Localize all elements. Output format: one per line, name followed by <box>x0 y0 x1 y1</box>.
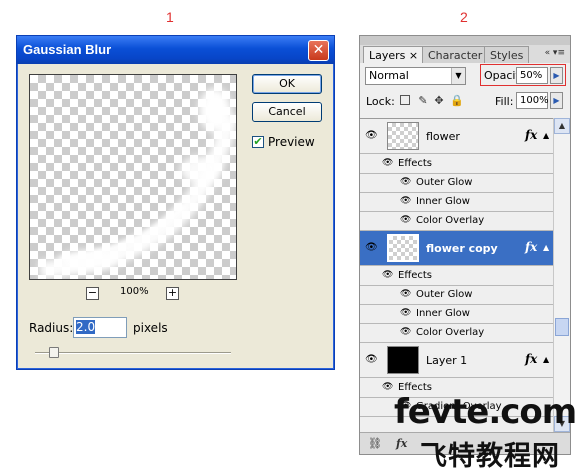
effects-group-row[interactable]: 👁 Effects <box>360 155 553 174</box>
lock-transparency-icon[interactable] <box>400 95 410 105</box>
effect-row[interactable]: 👁 Inner Glow <box>360 305 553 324</box>
radius-value: 2.0 <box>76 320 96 334</box>
link-layers-icon[interactable]: ⛓ <box>368 437 382 450</box>
ok-button[interactable]: OK <box>252 74 322 94</box>
layer-fx-icon[interactable]: fx <box>525 240 537 254</box>
layer-thumbnail <box>387 234 419 262</box>
effect-row[interactable]: 👁 Color Overlay <box>360 324 553 343</box>
effects-group-row[interactable]: 👁 Effects <box>360 267 553 286</box>
blend-mode-value: Normal <box>369 69 409 82</box>
tab-styles[interactable]: Styles <box>484 46 530 64</box>
watermark-chinese: 飞特教程网 <box>420 441 560 472</box>
effect-visibility-eye-icon[interactable]: 👁 <box>400 290 412 299</box>
blend-mode-select[interactable]: Normal ▼ <box>365 67 466 85</box>
effect-row[interactable]: 👁 Outer Glow <box>360 286 553 305</box>
layer-thumbnail <box>387 122 419 150</box>
layer-fx-icon[interactable]: fx <box>525 352 537 366</box>
layer-name: flower copy <box>426 242 498 255</box>
panel-header-strip[interactable] <box>360 36 570 45</box>
opacity-slider-arrow-icon[interactable]: ▶ <box>550 67 563 84</box>
layers-scrollbar[interactable]: ▲ ▼ <box>553 118 570 432</box>
layer-row[interactable]: 👁 flower copy fx ▲ <box>360 231 553 266</box>
scroll-up-icon[interactable]: ▲ <box>554 118 570 134</box>
lock-label: Lock: <box>366 95 395 108</box>
marker-1: 1 <box>166 9 174 25</box>
preview-checkbox-label[interactable]: Preview <box>268 135 315 149</box>
layers-list: 👁 flower fx ▲ 👁 Effects 👁 Outer Glow 👁 Inner Glow… <box>360 118 553 432</box>
effect-visibility-eye-icon[interactable]: 👁 <box>400 216 412 225</box>
visibility-eye-icon[interactable]: 👁 <box>365 131 378 141</box>
lock-paint-brush-icon[interactable]: ✎ <box>417 95 429 107</box>
effect-name: Inner Glow <box>416 196 470 207</box>
tab-layers[interactable]: Layers × <box>363 46 425 64</box>
watermark: fevte.com 飞特教程网 <box>394 392 576 472</box>
dialog-title-bar[interactable]: Gaussian Blur <box>17 36 334 64</box>
effect-visibility-eye-icon[interactable]: 👁 <box>400 178 412 187</box>
effect-name: Outer Glow <box>416 177 473 188</box>
lock-move-icon[interactable]: ✥ <box>433 95 445 107</box>
blurred-flower-preview <box>39 88 236 279</box>
effect-visibility-eye-icon[interactable]: 👁 <box>400 197 412 206</box>
zoom-in-button[interactable]: + <box>166 287 179 300</box>
layer-name: Layer 1 <box>426 354 468 367</box>
effect-row[interactable]: 👁 Color Overlay <box>360 212 553 231</box>
close-icon[interactable]: ✕ <box>308 40 329 61</box>
collapse-effects-icon[interactable]: ▲ <box>543 355 549 364</box>
collapse-effects-icon[interactable]: ▲ <box>543 243 549 252</box>
opacity-input[interactable]: 50% <box>516 67 548 84</box>
gaussian-blur-dialog: Gaussian Blur ✕ OK Cancel ✔ Preview − 10… <box>16 35 335 370</box>
effect-visibility-eye-icon[interactable]: 👁 <box>382 271 394 280</box>
chevron-down-icon: ▼ <box>451 68 465 84</box>
blur-preview[interactable] <box>29 74 237 280</box>
radius-slider-thumb[interactable] <box>49 347 59 358</box>
layer-thumbnail <box>387 346 419 374</box>
effect-visibility-eye-icon[interactable]: 👁 <box>400 328 412 337</box>
watermark-domain: fevte.com <box>394 392 576 432</box>
radius-label: Radius: <box>29 321 74 335</box>
effect-name: Inner Glow <box>416 308 470 319</box>
radius-slider-track[interactable] <box>35 352 231 354</box>
preview-checkbox[interactable]: ✔ <box>252 136 264 148</box>
cancel-button[interactable]: Cancel <box>252 102 322 122</box>
effect-visibility-eye-icon[interactable]: 👁 <box>382 159 394 168</box>
fill-label: Fill: <box>495 95 514 108</box>
fill-slider-arrow-icon[interactable]: ▶ <box>550 92 563 109</box>
dialog-title: Gaussian Blur <box>23 42 112 57</box>
effects-label: Effects <box>398 270 432 281</box>
zoom-out-button[interactable]: − <box>86 287 99 300</box>
effect-row[interactable]: 👁 Outer Glow <box>360 174 553 193</box>
fill-input[interactable]: 100% <box>516 92 549 109</box>
effect-row[interactable]: 👁 Inner Glow <box>360 193 553 212</box>
effect-visibility-eye-icon[interactable]: 👁 <box>382 383 394 392</box>
visibility-eye-icon[interactable]: 👁 <box>365 243 378 253</box>
radius-unit: pixels <box>133 321 168 335</box>
layer-row[interactable]: 👁 flower fx ▲ <box>360 119 553 154</box>
effect-name: Outer Glow <box>416 289 473 300</box>
marker-2: 2 <box>460 9 468 25</box>
zoom-level: 100% <box>120 286 149 297</box>
effect-visibility-eye-icon[interactable]: 👁 <box>400 309 412 318</box>
visibility-eye-icon[interactable]: 👁 <box>365 355 378 365</box>
effects-label: Effects <box>398 158 432 169</box>
layer-row[interactable]: 👁 Layer 1 fx ▲ <box>360 343 553 378</box>
scroll-thumb[interactable] <box>555 318 569 336</box>
layer-name: flower <box>426 130 460 143</box>
radius-input[interactable]: 2.0 <box>73 317 127 338</box>
collapse-effects-icon[interactable]: ▲ <box>543 131 549 140</box>
panel-menu-icon[interactable]: « ▾≡ <box>545 48 565 58</box>
layer-fx-icon[interactable]: fx <box>525 128 537 142</box>
effect-name: Color Overlay <box>416 215 485 226</box>
tab-character[interactable]: Character <box>422 46 489 64</box>
effect-name: Color Overlay <box>416 327 485 338</box>
lock-all-icon[interactable]: 🔒 <box>450 95 464 107</box>
